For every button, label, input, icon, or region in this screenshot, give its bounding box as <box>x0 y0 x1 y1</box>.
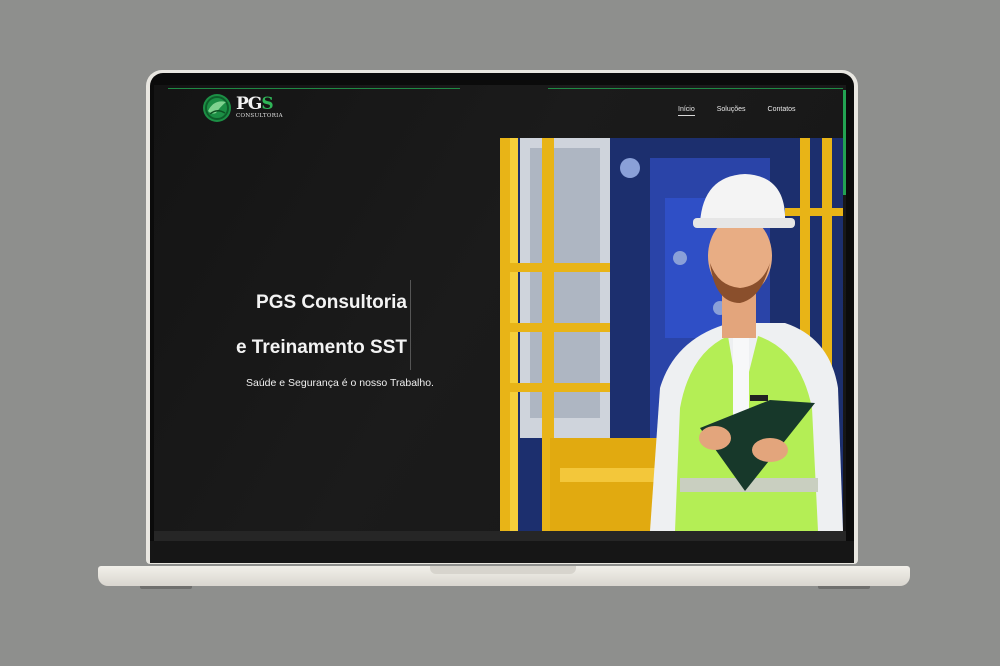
hero-subtitle: Saúde e Segurança é o nosso Trabalho. <box>246 377 434 389</box>
screen-bottom-bar <box>154 531 846 541</box>
laptop-lid: PGS CONSULTORIA Início Soluções Contatos… <box>146 70 858 564</box>
worker-illustration <box>500 138 843 531</box>
brand-tagline: CONSULTORIA <box>236 113 283 120</box>
hero-title: PGS Consultoria e Treinamento SST <box>236 280 411 370</box>
brand-name: PGS <box>236 94 274 115</box>
circular-leaf-emblem-icon <box>203 94 231 122</box>
hero-title-line-1: PGS Consultoria <box>236 280 411 325</box>
top-border-left <box>168 88 460 89</box>
laptop-foot-right <box>818 586 870 589</box>
laptop-base <box>98 566 910 586</box>
scroll-indicator[interactable] <box>843 90 846 195</box>
website-screen: PGS CONSULTORIA Início Soluções Contatos… <box>154 85 846 541</box>
hero-title-line-2: e Treinamento SST <box>236 325 411 370</box>
nav-item-contatos[interactable]: Contatos <box>768 106 796 116</box>
bezel-chin <box>150 541 854 563</box>
main-nav: Início Soluções Contatos <box>678 106 796 116</box>
brand-logo[interactable]: PGS CONSULTORIA <box>202 93 283 123</box>
hero-photo-safety-worker <box>500 138 843 531</box>
laptop-foot-left <box>140 586 192 589</box>
nav-item-inicio[interactable]: Início <box>678 106 695 116</box>
nav-item-solucoes[interactable]: Soluções <box>717 106 746 116</box>
lid-notch <box>430 566 576 574</box>
top-border-right <box>548 88 843 89</box>
screen-bezel: PGS CONSULTORIA Início Soluções Contatos… <box>150 73 854 563</box>
